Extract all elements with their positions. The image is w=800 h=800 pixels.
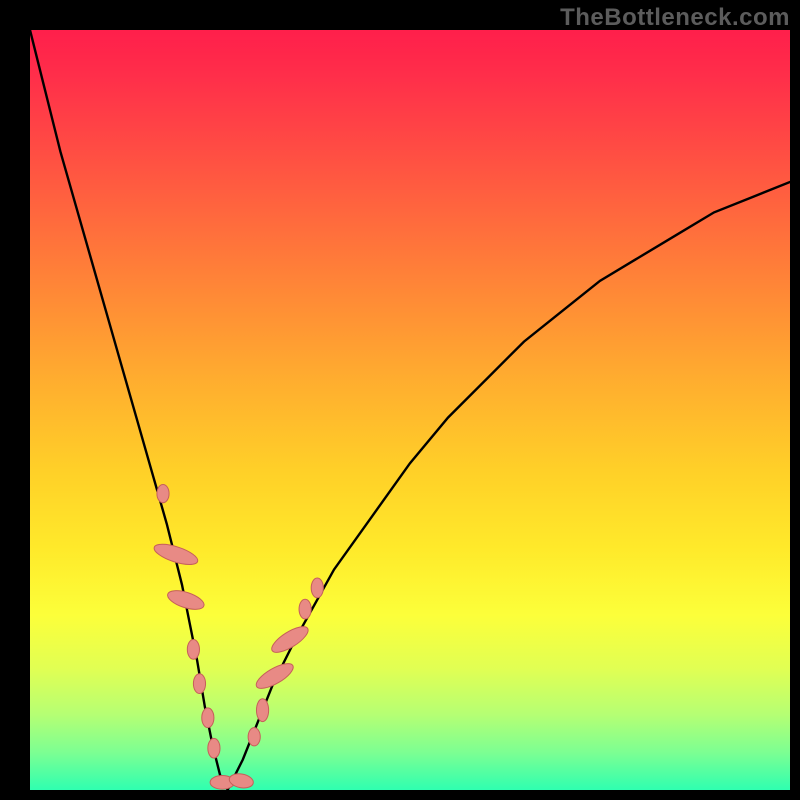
plot-area <box>30 30 790 790</box>
marker-right-long-1 <box>253 659 297 693</box>
marker-left-outer <box>157 484 169 502</box>
marker-left-6 <box>208 738 220 758</box>
bottleneck-curve <box>30 30 790 790</box>
curve-group <box>30 30 790 790</box>
marker-right-4 <box>311 578 323 598</box>
marker-left-3 <box>187 640 199 660</box>
marker-left-4 <box>193 674 205 694</box>
chart-frame: TheBottleneck.com <box>0 0 800 800</box>
marker-group <box>152 484 323 789</box>
marker-left-5 <box>202 708 214 728</box>
watermark-text: TheBottleneck.com <box>560 4 790 32</box>
marker-right-1 <box>248 728 260 746</box>
marker-right-3 <box>299 599 311 619</box>
marker-right-2 <box>256 699 268 722</box>
chart-svg <box>30 30 790 790</box>
